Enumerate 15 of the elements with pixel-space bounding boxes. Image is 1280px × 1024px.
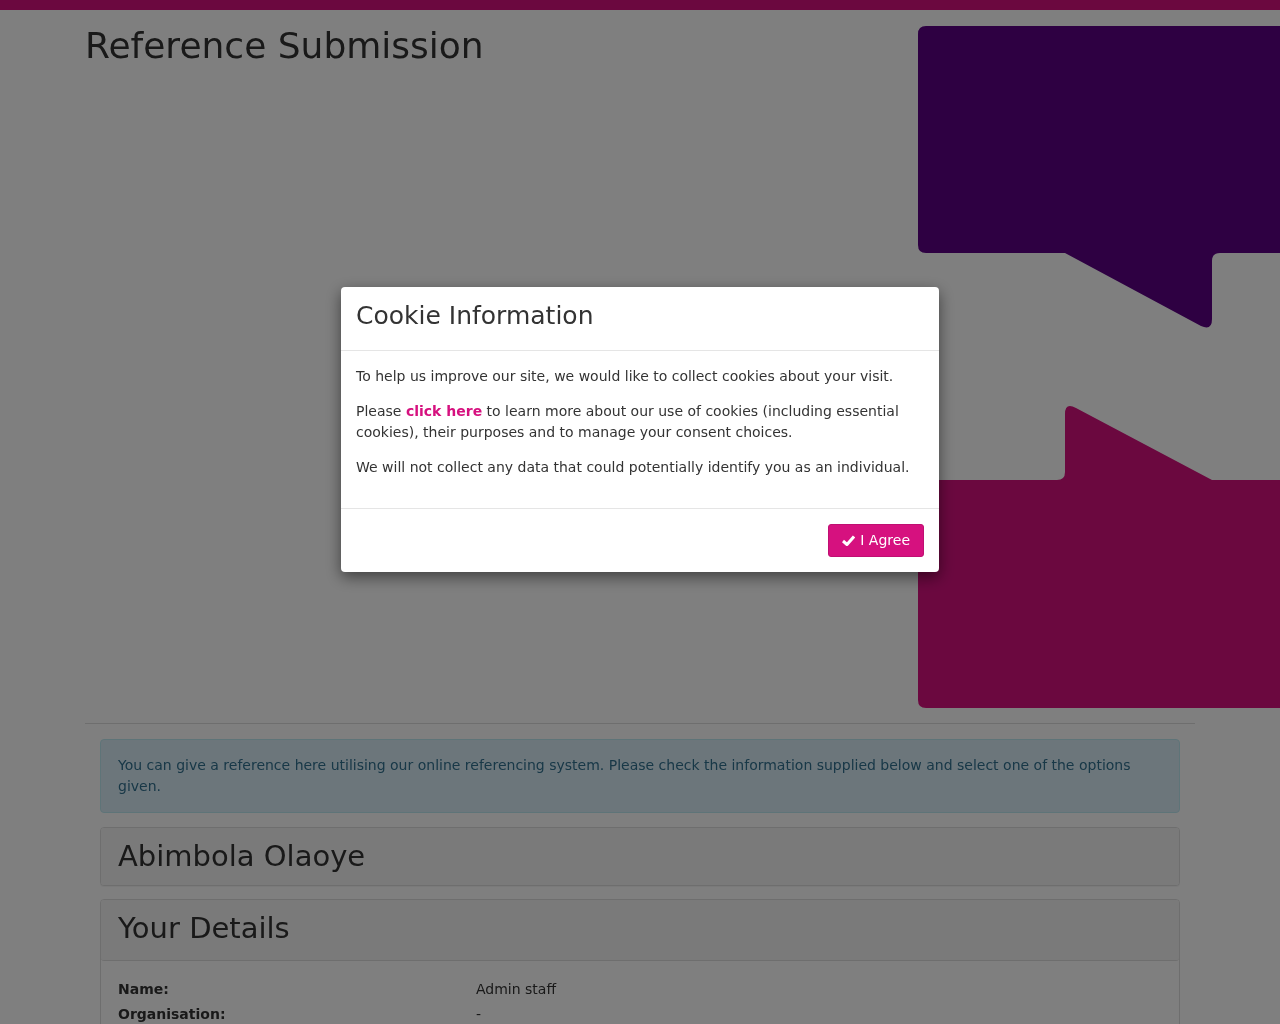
page-title: Reference Submission: [85, 24, 484, 68]
field-value: Admin staff: [476, 980, 558, 1000]
cookie-policy-link[interactable]: click here: [405, 402, 483, 419]
check-icon: [842, 535, 856, 547]
field-label: Name:: [118, 980, 170, 1000]
details-title: Your Details: [118, 910, 290, 945]
dialog-text: To help us improve our site, we would like to collect cookies about your visit.: [356, 366, 895, 386]
field-label: Organisation:: [118, 1005, 227, 1024]
field-value: -: [476, 1005, 483, 1024]
info-alert: You can give a reference here utilising our online referencing system. Please check the information supplied below and select one of the options given.: [100, 739, 1180, 813]
dialog-title: Cookie Information: [356, 300, 595, 332]
dialog-text: Please click here to learn more about our use of cookies (including essential cookies), their purposes and to manage your consent choices.: [356, 401, 900, 442]
dialog-text: We will not collect any data that could potentially identify you as an individual.: [356, 457, 911, 477]
agree-button[interactable]: I Agree: [828, 523, 924, 558]
applicant-name: Abimbola Olaoye: [118, 839, 366, 873]
